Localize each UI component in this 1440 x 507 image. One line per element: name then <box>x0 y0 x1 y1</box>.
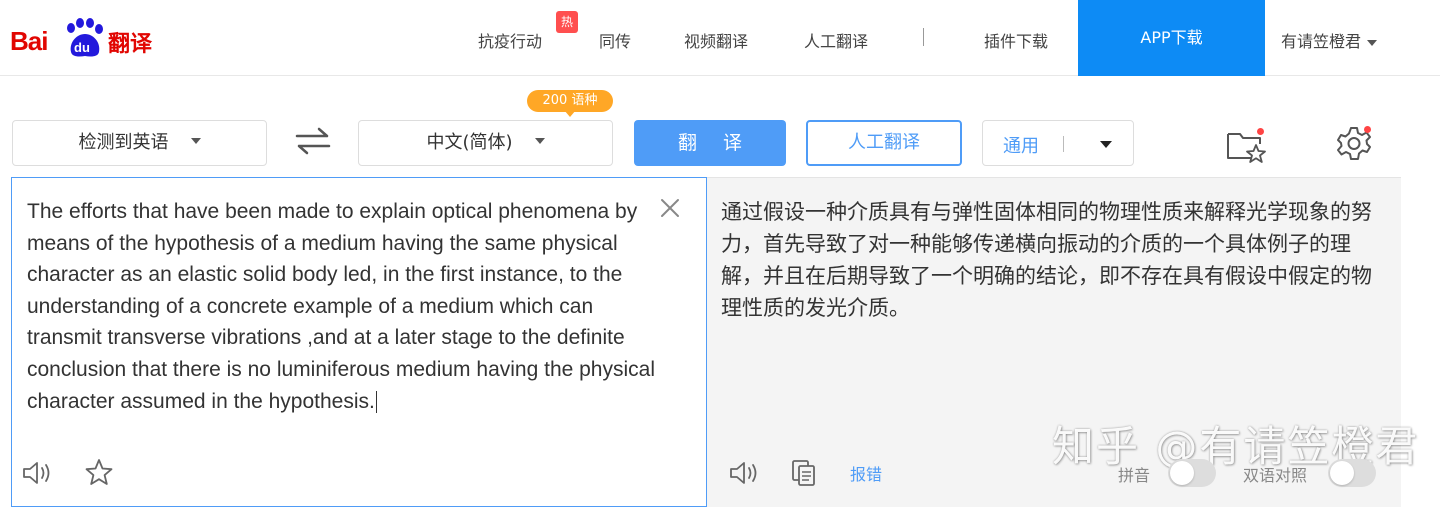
language-count-badge: 200 语种 <box>527 90 613 112</box>
notification-dot <box>1257 128 1264 135</box>
source-language-label: 检测到英语 <box>78 132 169 153</box>
logo-cn-text: 翻译 <box>108 32 153 57</box>
top-header: Bai du 翻译 抗疫行动 热 同传 视频翻译 人工翻译 插件下载 APP下载… <box>0 0 1440 76</box>
swap-languages-icon[interactable] <box>295 126 331 156</box>
logo-du-text: du <box>74 40 90 55</box>
nav-video-translate[interactable]: 视频翻译 <box>684 28 748 52</box>
user-menu[interactable]: 有请笠橙君 <box>1281 28 1378 52</box>
toggle-knob <box>1170 461 1194 485</box>
nav-human-translate[interactable]: 人工翻译 <box>804 28 868 52</box>
nav-simultaneous[interactable]: 同传 <box>599 28 631 52</box>
domain-select[interactable]: 通用 <box>982 120 1134 166</box>
app-download-label: APP下载 <box>1140 28 1203 47</box>
baidu-translate-logo[interactable]: Bai du 翻译 <box>10 10 160 66</box>
copy-icon[interactable] <box>790 458 818 488</box>
domain-divider <box>1063 136 1064 152</box>
text-cursor <box>375 391 377 414</box>
bilingual-toggle[interactable] <box>1328 459 1376 487</box>
source-input-panel[interactable]: The efforts that have been made to expla… <box>11 177 707 507</box>
report-error-link[interactable]: 报错 <box>850 461 882 485</box>
nav-plugin-download[interactable]: 插件下载 <box>984 28 1048 52</box>
toggle-knob <box>1330 461 1354 485</box>
speaker-icon[interactable] <box>729 459 761 487</box>
nav-divider <box>923 28 924 46</box>
chevron-down-icon <box>190 138 201 144</box>
human-translate-button[interactable]: 人工翻译 <box>806 120 962 166</box>
pinyin-toggle[interactable] <box>1168 459 1216 487</box>
star-icon[interactable] <box>84 458 114 488</box>
nav-fight-epidemic[interactable]: 抗疫行动 <box>478 28 542 52</box>
chevron-down-icon <box>534 138 545 144</box>
chevron-down-icon <box>1367 39 1378 46</box>
app-download-button[interactable]: APP下载 <box>1078 0 1265 76</box>
badge-pointer <box>564 110 576 117</box>
logo-text: Bai <box>10 26 48 56</box>
pinyin-label: 拼音 <box>1118 466 1151 485</box>
bilingual-label: 双语对照 <box>1243 466 1308 485</box>
close-icon[interactable] <box>660 198 680 218</box>
source-text: The efforts that have been made to expla… <box>27 200 656 413</box>
caret-down-icon <box>1100 141 1112 148</box>
hot-badge: 热 <box>556 11 578 33</box>
user-name: 有请笠橙君 <box>1281 32 1362 51</box>
domain-label: 通用 <box>1003 136 1039 157</box>
speaker-icon[interactable] <box>22 459 54 487</box>
translate-button[interactable]: 翻译 <box>634 120 786 166</box>
target-language-label: 中文(简体) <box>426 132 513 153</box>
source-language-select[interactable]: 检测到英语 <box>12 120 267 166</box>
target-language-select[interactable]: 中文(简体) <box>358 120 613 166</box>
source-textarea[interactable]: The efforts that have been made to expla… <box>27 196 657 417</box>
notification-dot <box>1364 126 1371 133</box>
translation-text: 通过假设一种介质具有与弹性固体相同的物理性质来解释光学现象的努力，首先导致了对一… <box>721 200 1372 320</box>
